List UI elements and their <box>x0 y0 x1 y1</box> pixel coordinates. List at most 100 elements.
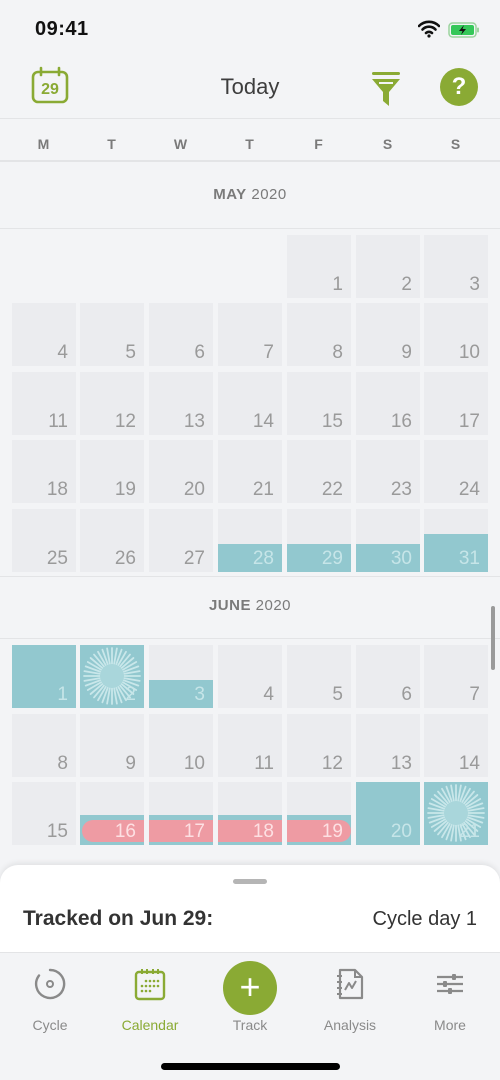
calendar-day[interactable]: 14 <box>218 372 282 435</box>
day-number: 14 <box>252 411 274 432</box>
calendar-day[interactable]: 19 <box>80 440 144 503</box>
day-number: 16 <box>114 821 136 842</box>
calendar-day[interactable]: 8 <box>287 303 351 366</box>
calendar-day[interactable]: 15 <box>287 372 351 435</box>
calendar-day[interactable]: 16 <box>80 782 144 845</box>
calendar-day[interactable]: 12 <box>287 714 351 777</box>
calendar-day[interactable]: 28 <box>218 509 282 572</box>
calendar-day[interactable]: 16 <box>356 372 420 435</box>
calendar-day[interactable]: 3 <box>149 645 213 708</box>
day-number: 3 <box>469 274 480 295</box>
divider <box>0 576 500 577</box>
day-number: 7 <box>263 342 274 363</box>
calendar-day[interactable]: 19 <box>287 782 351 845</box>
calendar-day[interactable]: 2 <box>80 645 144 708</box>
day-number: 5 <box>125 342 136 363</box>
calendar-screen: 09:41 29 Today ? M T W T F S S MAY 2020 … <box>0 0 500 1080</box>
calendar-day[interactable]: 1 <box>12 645 76 708</box>
month-year: 2020 <box>251 186 287 203</box>
calendar-day[interactable]: 1 <box>287 235 351 298</box>
calendar-day[interactable]: 30 <box>356 509 420 572</box>
calendar-day[interactable]: 17 <box>149 782 213 845</box>
home-indicator <box>161 1063 340 1070</box>
tab-cycle[interactable]: Cycle <box>0 953 100 1043</box>
calendar-day[interactable]: 3 <box>424 235 488 298</box>
calendar-day[interactable]: 27 <box>149 509 213 572</box>
calendar-day[interactable]: 25 <box>12 509 76 572</box>
divider <box>0 638 500 639</box>
calendar-day[interactable]: 6 <box>149 303 213 366</box>
calendar-day[interactable]: 17 <box>424 372 488 435</box>
calendar-day[interactable]: 22 <box>287 440 351 503</box>
calendar-day[interactable]: 8 <box>12 714 76 777</box>
day-number: 23 <box>390 479 412 500</box>
calendar-day[interactable]: 18 <box>218 782 282 845</box>
calendar-day[interactable]: 29 <box>287 509 351 572</box>
calendar-day[interactable]: 20 <box>356 782 420 845</box>
day-number: 21 <box>252 479 274 500</box>
day-number: 9 <box>401 342 412 363</box>
tab-label: Cycle <box>32 1017 68 1033</box>
calendar-day[interactable]: 23 <box>356 440 420 503</box>
day-number: 5 <box>332 684 343 705</box>
tab-track[interactable]: + Track <box>200 953 300 1043</box>
calendar-day[interactable]: 20 <box>149 440 213 503</box>
calendar-day[interactable]: 21 <box>424 782 488 845</box>
calendar-day[interactable]: 21 <box>218 440 282 503</box>
day-number: 11 <box>254 753 274 774</box>
day-number: 19 <box>114 479 136 500</box>
day-number: 26 <box>114 548 136 569</box>
tracked-sheet[interactable]: Tracked on Jun 29: Cycle day 1 <box>0 865 500 955</box>
filter-button[interactable] <box>370 70 402 108</box>
day-number: 12 <box>114 411 136 432</box>
calendar-day[interactable]: 11 <box>218 714 282 777</box>
calendar-day[interactable]: 4 <box>12 303 76 366</box>
tab-more[interactable]: More <box>400 953 500 1043</box>
calendar-day[interactable]: 7 <box>424 645 488 708</box>
sheet-grabber[interactable] <box>233 879 267 884</box>
day-number: 14 <box>458 753 480 774</box>
calendar-day[interactable]: 5 <box>80 303 144 366</box>
weekday-label: S <box>382 136 393 152</box>
battery-charging-icon <box>448 22 479 38</box>
weekday-label: F <box>314 136 323 152</box>
day-number: 15 <box>321 411 343 432</box>
day-number: 30 <box>390 548 412 569</box>
calendar-day[interactable]: 14 <box>424 714 488 777</box>
weekday-label: T <box>107 136 116 152</box>
calendar-day[interactable]: 9 <box>356 303 420 366</box>
calendar-day[interactable]: 2 <box>356 235 420 298</box>
calendar-day[interactable]: 26 <box>80 509 144 572</box>
plus-icon: + <box>239 966 261 1007</box>
weekday-label: M <box>37 136 50 152</box>
tab-calendar[interactable]: Calendar <box>100 953 200 1043</box>
month-name: JUNE <box>208 597 251 614</box>
day-number: 1 <box>332 274 343 295</box>
calendar-day[interactable]: 6 <box>356 645 420 708</box>
calendar-day[interactable]: 24 <box>424 440 488 503</box>
calendar-day[interactable]: 10 <box>149 714 213 777</box>
calendar-day[interactable]: 10 <box>424 303 488 366</box>
calendar-day[interactable]: 12 <box>80 372 144 435</box>
tab-label: Analysis <box>323 1017 377 1033</box>
calendar-day[interactable]: 18 <box>12 440 76 503</box>
tab-analysis[interactable]: Analysis <box>300 953 400 1043</box>
calendar-day[interactable]: 5 <box>287 645 351 708</box>
month-year: 2020 <box>255 597 292 614</box>
track-add-button[interactable]: + <box>223 961 277 1015</box>
calendar-day[interactable]: 13 <box>356 714 420 777</box>
calendar-day[interactable]: 9 <box>80 714 144 777</box>
calendar-day[interactable]: 15 <box>12 782 76 845</box>
analysis-icon <box>337 968 364 1000</box>
scrollbar[interactable] <box>491 606 495 670</box>
calendar-day[interactable]: 7 <box>218 303 282 366</box>
day-number: 17 <box>183 821 205 842</box>
month-heading: MAY 2020 <box>0 186 500 203</box>
calendar-day[interactable]: 4 <box>218 645 282 708</box>
calendar-day[interactable]: 13 <box>149 372 213 435</box>
calendar-day[interactable]: 31 <box>424 509 488 572</box>
calendar-day[interactable]: 11 <box>12 372 76 435</box>
help-button[interactable]: ? <box>440 68 478 106</box>
day-number: 17 <box>458 411 480 432</box>
day-number: 16 <box>390 411 412 432</box>
